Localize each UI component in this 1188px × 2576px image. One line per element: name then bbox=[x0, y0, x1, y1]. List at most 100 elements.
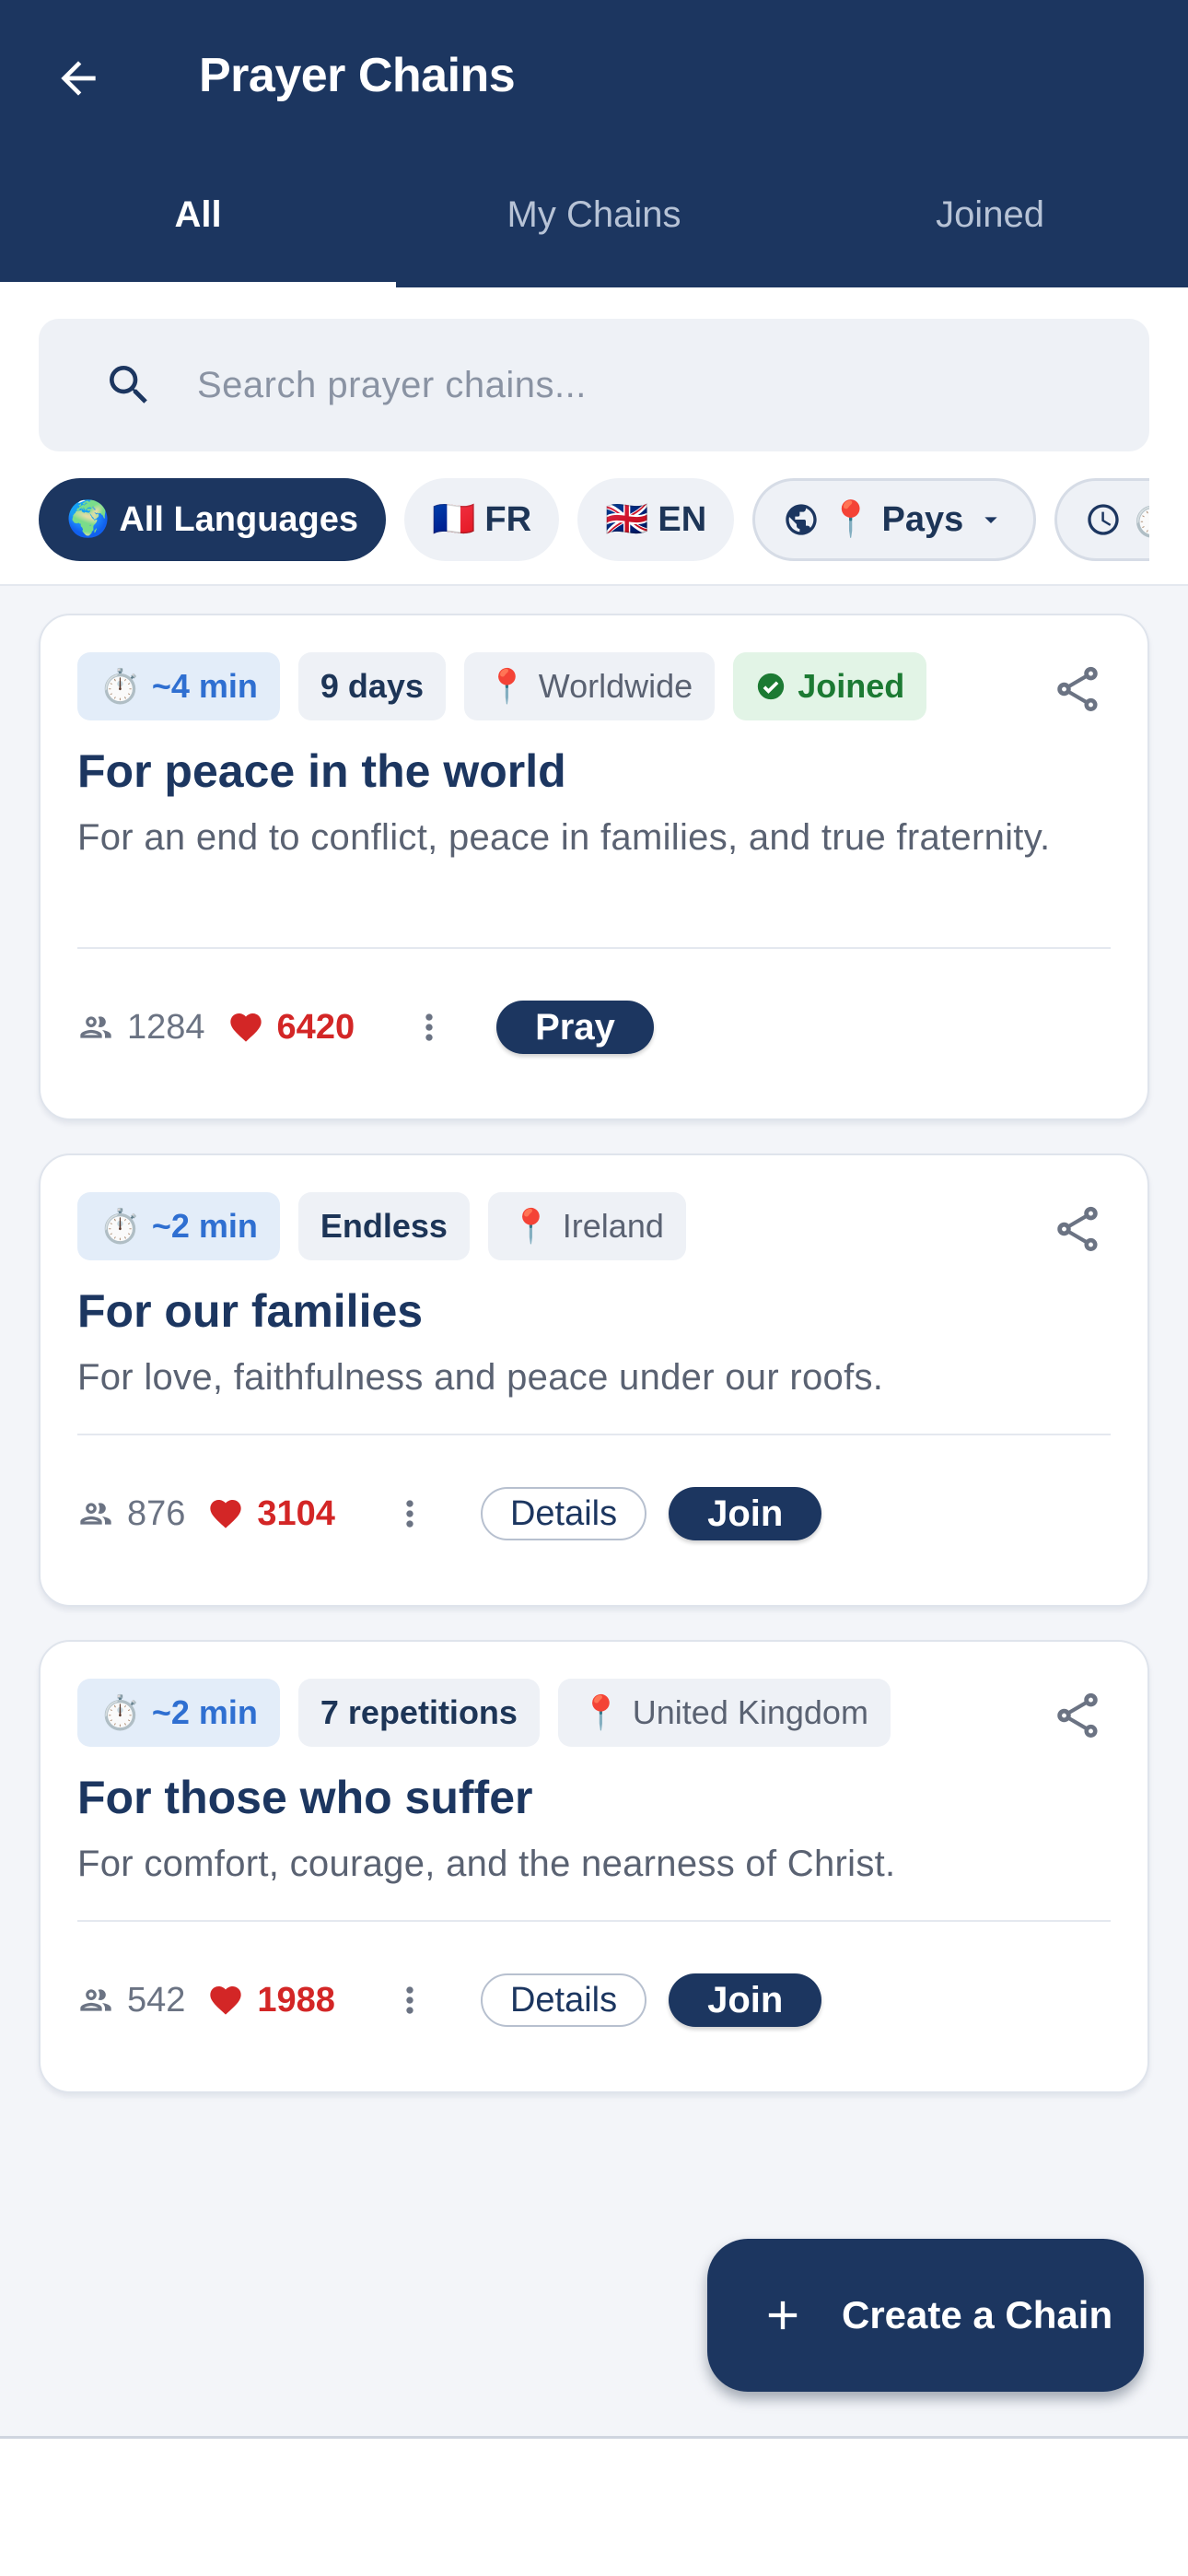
globe-icon: 🌍 bbox=[66, 500, 111, 539]
time-badge: ⏱️ ~4 min bbox=[77, 652, 280, 720]
more-options-button[interactable] bbox=[387, 1968, 433, 2032]
tab-my-chains[interactable]: My Chains bbox=[396, 155, 792, 287]
member-count: 876 bbox=[77, 1494, 185, 1534]
chip-label: Pays bbox=[881, 499, 964, 539]
card-title: For our families bbox=[77, 1285, 424, 1337]
chip-language-fr[interactable]: 🇫🇷 FR bbox=[404, 478, 560, 561]
bottom-area bbox=[0, 2439, 1188, 2576]
member-count-value: 1284 bbox=[127, 1007, 205, 1047]
card-title: For peace in the world bbox=[77, 745, 566, 797]
share-icon bbox=[1057, 1206, 1098, 1251]
chain-card[interactable]: ⏱️ ~2 min 7 repetitions 📍 United Kingdom… bbox=[39, 1640, 1149, 2093]
duration-badge: 7 repetitions bbox=[297, 1679, 540, 1747]
people-icon bbox=[80, 1503, 111, 1525]
more-vert-icon bbox=[406, 1500, 413, 1528]
time-badge: ⏱️ ~2 min bbox=[77, 1679, 280, 1747]
filter-area: 🌍 All Languages 🇫🇷 FR 🇬🇧 EN 📍 Pays ⏱️ bbox=[0, 287, 1188, 586]
card-description: For love, faithfulness and peace under o… bbox=[77, 1357, 884, 1398]
like-count[interactable]: 3104 bbox=[207, 1494, 335, 1534]
stopwatch-icon: ⏱️ bbox=[99, 667, 141, 705]
duration-badge: 9 days bbox=[297, 652, 446, 720]
like-count-value: 3104 bbox=[257, 1493, 335, 1533]
location-badge: 📍 United Kingdom bbox=[557, 1679, 891, 1747]
card-badges: ⏱️ ~4 min 9 days 📍 Worldwide Joined bbox=[77, 652, 927, 720]
filter-chips: 🌍 All Languages 🇫🇷 FR 🇬🇧 EN 📍 Pays ⏱️ bbox=[39, 475, 1149, 564]
arrow-left-icon bbox=[61, 61, 96, 96]
people-icon bbox=[80, 1989, 111, 2011]
location-badge: 📍 Ireland bbox=[487, 1192, 686, 1260]
card-divider bbox=[77, 1920, 1111, 1922]
tab-bar: All My Chains Joined bbox=[0, 155, 1188, 287]
card-footer: 542 1988 Details Join bbox=[77, 1968, 822, 2032]
plus-icon bbox=[768, 2301, 798, 2330]
pin-icon: 📍 bbox=[509, 1207, 552, 1245]
chip-all-languages[interactable]: 🌍 All Languages bbox=[39, 478, 387, 561]
uk-flag-icon: 🇬🇧 bbox=[605, 500, 649, 539]
pin-icon: 📍 bbox=[829, 500, 873, 539]
tab-joined[interactable]: Joined bbox=[792, 155, 1188, 287]
stopwatch-icon: ⏱️ bbox=[99, 1693, 141, 1731]
card-divider bbox=[77, 947, 1111, 949]
more-options-button[interactable] bbox=[406, 995, 452, 1060]
share-button[interactable] bbox=[1044, 1196, 1111, 1262]
time-label: ~4 min bbox=[151, 667, 258, 705]
create-chain-label: Create a Chain bbox=[842, 2293, 1113, 2336]
card-divider bbox=[77, 1434, 1111, 1435]
join-button[interactable]: Join bbox=[669, 1487, 822, 1540]
member-count: 1284 bbox=[77, 1008, 205, 1048]
search-box[interactable] bbox=[39, 319, 1149, 451]
details-button[interactable]: Details bbox=[480, 1487, 647, 1540]
chip-label: All Languages bbox=[119, 499, 359, 539]
location-badge: 📍 Worldwide bbox=[463, 652, 716, 720]
pray-button[interactable]: Pray bbox=[496, 1001, 654, 1054]
time-label: ~2 min bbox=[151, 1207, 258, 1245]
tab-all[interactable]: All bbox=[0, 155, 396, 287]
duration-badge: Endless bbox=[297, 1192, 470, 1260]
country-dropdown[interactable]: 📍 Pays bbox=[752, 478, 1037, 561]
like-count[interactable]: 6420 bbox=[227, 1008, 355, 1048]
more-vert-icon bbox=[406, 1986, 413, 2014]
location-label: United Kingdom bbox=[632, 1693, 868, 1731]
back-button[interactable] bbox=[37, 37, 120, 120]
joined-badge: Joined bbox=[733, 652, 927, 720]
card-badges: ⏱️ ~2 min 7 repetitions 📍 United Kingdom bbox=[77, 1679, 891, 1747]
joined-label: Joined bbox=[798, 667, 905, 705]
people-icon bbox=[80, 1016, 111, 1038]
card-description: For comfort, courage, and the nearness o… bbox=[77, 1844, 896, 1884]
chain-card[interactable]: ⏱️ ~2 min Endless 📍 Ireland For our fami… bbox=[39, 1153, 1149, 1607]
chain-card[interactable]: ⏱️ ~4 min 9 days 📍 Worldwide Joined For … bbox=[39, 614, 1149, 1120]
more-options-button[interactable] bbox=[387, 1481, 433, 1546]
time-badge: ⏱️ ~2 min bbox=[77, 1192, 280, 1260]
time-label: ~2 min bbox=[151, 1693, 258, 1731]
like-count[interactable]: 1988 bbox=[207, 1981, 335, 2020]
search-icon bbox=[103, 359, 155, 411]
pin-icon: 📍 bbox=[485, 667, 528, 705]
join-button[interactable]: Join bbox=[669, 1973, 822, 2027]
france-flag-icon: 🇫🇷 bbox=[432, 500, 476, 539]
location-label: Ireland bbox=[562, 1207, 664, 1245]
duration-dropdown[interactable]: ⏱️ bbox=[1054, 478, 1149, 561]
card-title: For those who suffer bbox=[77, 1772, 533, 1823]
page-title: Prayer Chains bbox=[199, 49, 516, 102]
chip-label: EN bbox=[658, 499, 707, 539]
more-vert-icon bbox=[425, 1013, 433, 1041]
share-icon bbox=[1057, 666, 1098, 711]
share-button[interactable] bbox=[1044, 656, 1111, 722]
location-label: Worldwide bbox=[538, 667, 693, 705]
create-chain-button[interactable]: Create a Chain bbox=[707, 2239, 1144, 2392]
search-input[interactable] bbox=[197, 364, 1026, 406]
chip-label: FR bbox=[484, 499, 532, 539]
share-button[interactable] bbox=[1044, 1682, 1111, 1749]
chip-language-en[interactable]: 🇬🇧 EN bbox=[577, 478, 735, 561]
language-globe-icon bbox=[786, 504, 817, 535]
pin-icon: 📍 bbox=[579, 1693, 622, 1731]
app-bar: Prayer Chains All My Chains Joined bbox=[0, 0, 1188, 287]
card-description: For an end to conflict, peace in familie… bbox=[77, 817, 1051, 858]
details-button[interactable]: Details bbox=[480, 1973, 647, 2027]
card-badges: ⏱️ ~2 min Endless 📍 Ireland bbox=[77, 1192, 686, 1260]
dropdown-arrow-icon bbox=[984, 517, 997, 523]
like-count-value: 1988 bbox=[257, 1980, 335, 2020]
check-circle-icon bbox=[758, 673, 785, 700]
member-count-value: 542 bbox=[127, 1980, 186, 2020]
member-count: 542 bbox=[77, 1981, 185, 2020]
